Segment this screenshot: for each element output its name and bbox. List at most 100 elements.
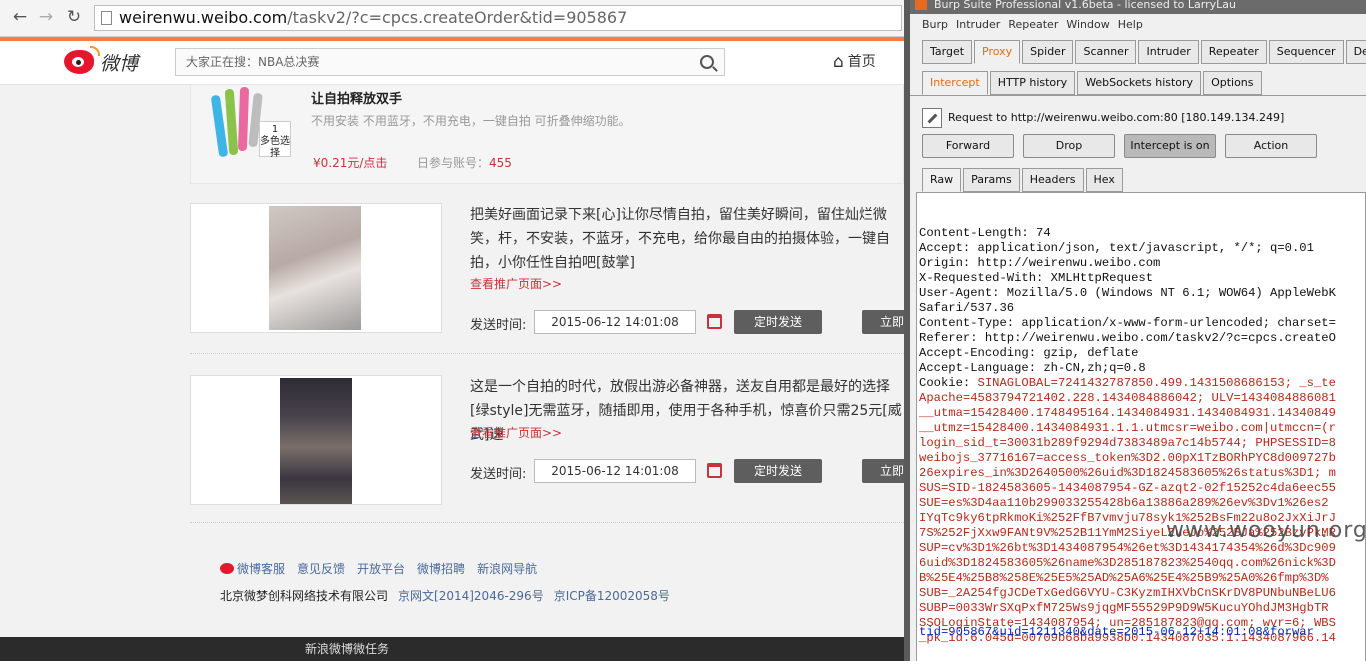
timed-send-button[interactable]: 定时发送 bbox=[734, 459, 822, 483]
request-line[interactable]: SUS=SID-1824583605-1434087954-GZ-azqt2-0… bbox=[919, 481, 1365, 496]
request-body[interactable]: tid=905867&uid=1211340&date=2015-06-12+1… bbox=[919, 625, 1314, 640]
screen: ← → ↻ weirenwu.weibo.com/taskv2/?c=cpcs.… bbox=[0, 0, 1366, 661]
action-button[interactable]: Action bbox=[1225, 134, 1317, 158]
request-line[interactable]: __utma=15428400.1748495164.1434084931.14… bbox=[919, 406, 1365, 421]
footer-company: 北京微梦创科网络技术有限公司 京网文[2014]2046-296号 京ICP备120… bbox=[220, 589, 670, 603]
request-line[interactable]: Accept: application/json, text/javascrip… bbox=[919, 241, 1365, 256]
request-line[interactable]: login_sid_t=30031b289f9294d7383489a7c14b… bbox=[919, 436, 1365, 451]
search-icon[interactable] bbox=[700, 55, 714, 69]
weibo-small-icon bbox=[220, 563, 234, 574]
timed-send-button[interactable]: 定时发送 bbox=[734, 310, 822, 334]
intercept-pane: Request to http://weirenwu.weibo.com:80 … bbox=[910, 95, 1366, 661]
pencil-icon[interactable] bbox=[922, 108, 942, 128]
request-line[interactable]: SUE=es%3D4aa110b299033255428b6a13886a289… bbox=[919, 496, 1365, 511]
request-lines: Content-Length: 74 Accept: application/js… bbox=[919, 226, 1365, 646]
request-line[interactable]: 6uid%3D1824583605%26name%3D285187823%254… bbox=[919, 556, 1365, 571]
tab-repeater[interactable]: Repeater bbox=[1200, 40, 1267, 64]
footer-link-feedback[interactable]: 意见反馈 bbox=[297, 562, 345, 576]
request-line[interactable]: Origin: http://weirenwu.weibo.com bbox=[919, 256, 1365, 271]
divider bbox=[190, 353, 904, 354]
reload-icon[interactable]: ↻ bbox=[64, 7, 84, 27]
menu-repeater[interactable]: Repeater bbox=[1008, 18, 1058, 31]
address-toolbar: ← → ↻ weirenwu.weibo.com/taskv2/?c=cpcs.… bbox=[0, 0, 904, 37]
send-time-input[interactable]: 2015-06-12 14:01:08 bbox=[534, 459, 696, 483]
task-accounts: 日参与账号：455 bbox=[417, 156, 512, 170]
menu-help[interactable]: Help bbox=[1118, 18, 1143, 31]
burp-title-bar: Burp Suite Professional v1.6beta - licen… bbox=[910, 0, 1366, 14]
tab-intercept[interactable]: Intercept bbox=[922, 71, 988, 95]
footer-license-1[interactable]: 京网文[2014]2046-296号 bbox=[398, 589, 544, 603]
weibo-header: 微博 大家正在搜：NBA总决赛 ⌂ 首页 bbox=[0, 41, 904, 85]
request-editor[interactable]: Content-Length: 74 Accept: application/js… bbox=[916, 192, 1366, 661]
tab-hex[interactable]: Hex bbox=[1085, 168, 1123, 192]
request-line[interactable]: Cookie: SINAGLOBAL=7241432787850.499.143… bbox=[919, 376, 1365, 391]
send-time-input[interactable]: 2015-06-12 14:01:08 bbox=[534, 310, 696, 334]
view-promo-link[interactable]: 查看推广页面>> bbox=[470, 424, 562, 441]
menu-intruder[interactable]: Intruder bbox=[956, 18, 1000, 31]
view-promo-link[interactable]: 查看推广页面>> bbox=[470, 275, 562, 292]
watermark: www.wooyun.org bbox=[1166, 518, 1366, 543]
calendar-icon[interactable] bbox=[707, 314, 722, 329]
product-thumbnail: 1 多色选择 bbox=[209, 85, 293, 167]
request-line[interactable]: Content-Type: application/x-www-form-url… bbox=[919, 316, 1365, 331]
request-line[interactable]: Content-Length: 74 bbox=[919, 226, 1365, 241]
request-line[interactable]: Referer: http://weirenwu.weibo.com/taskv… bbox=[919, 331, 1365, 346]
tab-raw[interactable]: Raw bbox=[922, 168, 962, 192]
tab-decoder[interactable]: Decoder bbox=[1345, 40, 1366, 64]
request-line[interactable]: SUP=cv%3D1%26bt%3D1434087954%26et%3D1434… bbox=[919, 541, 1365, 556]
menu-window[interactable]: Window bbox=[1066, 18, 1109, 31]
request-line[interactable]: B%25E4%25B8%258E%25E5%25AD%25A6%25E4%25B… bbox=[919, 571, 1365, 586]
task-summary: 1 多色选择 让自拍释放双手 不用安装 不用蓝牙，不用充电，一键自拍 可折叠伸缩功… bbox=[190, 85, 904, 184]
menu-burp[interactable]: Burp bbox=[922, 18, 948, 31]
tab-options[interactable]: Options bbox=[1203, 71, 1262, 95]
request-line[interactable]: User-Agent: Mozilla/5.0 (Windows NT 6.1;… bbox=[919, 286, 1365, 301]
tab-target[interactable]: Target bbox=[922, 40, 973, 64]
footer-link-jobs[interactable]: 微博招聘 bbox=[417, 562, 465, 576]
search-input[interactable]: 大家正在搜：NBA总决赛 bbox=[175, 48, 725, 76]
weibo-wave-icon bbox=[90, 46, 100, 56]
send-now-button[interactable]: 立即 bbox=[862, 459, 904, 483]
tab-proxy[interactable]: Proxy bbox=[974, 40, 1021, 64]
message-view-tabs: Raw Params Headers Hex bbox=[922, 168, 1125, 192]
bottom-bar-label[interactable]: 新浪微博微任务 bbox=[305, 637, 389, 661]
request-line[interactable]: Apache=4583794721402.228.1434084886042; … bbox=[919, 391, 1365, 406]
request-line[interactable]: SUB=_2A254fgJCDeTxGedG6VYU-C3KyzmIHXVbCn… bbox=[919, 586, 1365, 601]
tab-spider[interactable]: Spider bbox=[1022, 40, 1074, 64]
tab-intruder[interactable]: Intruder bbox=[1138, 40, 1199, 64]
intercept-toggle-button[interactable]: Intercept is on bbox=[1124, 134, 1216, 158]
request-line[interactable]: SUBP=0033WrSXqPxfM725Ws9jqgMF55529P9D9W5… bbox=[919, 601, 1365, 616]
request-line[interactable]: Safari/537.36 bbox=[919, 301, 1365, 316]
task-text: 把美好画面记录下来[心]让你尽情自拍，留住美好瞬间，留住灿烂微笑，杆，不安装，不… bbox=[470, 207, 890, 271]
request-line[interactable]: 26expires_in%3D2640500%26uid%3D182458360… bbox=[919, 466, 1365, 481]
footer-link-support[interactable]: 微博客服 bbox=[237, 562, 285, 576]
proxy-sub-tabs: Intercept HTTP history WebSockets history O… bbox=[922, 71, 1264, 95]
footer-link-sina-nav[interactable]: 新浪网导航 bbox=[477, 562, 537, 576]
task-image bbox=[190, 375, 442, 505]
product-tag: 1 多色选择 bbox=[259, 121, 291, 159]
request-line[interactable]: X-Requested-With: XMLHttpRequest bbox=[919, 271, 1365, 286]
footer-license-2[interactable]: 京ICP备12002058号 bbox=[554, 589, 670, 603]
tab-sequencer[interactable]: Sequencer bbox=[1268, 40, 1344, 64]
send-now-button[interactable]: 立即 bbox=[862, 310, 904, 334]
divider bbox=[190, 522, 904, 523]
tab-http-history[interactable]: HTTP history bbox=[989, 71, 1076, 95]
back-icon[interactable]: ← bbox=[10, 7, 30, 27]
footer: 微博客服 意见反馈 开放平台 微博招聘 新浪网导航 北京微梦创科网络技术有限公司 京网文[… bbox=[220, 560, 670, 603]
footer-link-open-platform[interactable]: 开放平台 bbox=[357, 562, 405, 576]
request-line[interactable]: Accept-Language: zh-CN,zh;q=0.8 bbox=[919, 361, 1365, 376]
tab-scanner[interactable]: Scanner bbox=[1075, 40, 1137, 64]
tab-params[interactable]: Params bbox=[963, 168, 1020, 192]
request-line[interactable]: weibojs_37716167=access_token%3D2.00pX1T… bbox=[919, 451, 1365, 466]
forward-button[interactable]: Forward bbox=[922, 134, 1014, 158]
request-line[interactable]: Accept-Encoding: gzip, deflate bbox=[919, 346, 1365, 361]
tab-websockets-history[interactable]: WebSockets history bbox=[1077, 71, 1202, 95]
tab-headers[interactable]: Headers bbox=[1021, 168, 1084, 192]
url-bar[interactable]: weirenwu.weibo.com/taskv2/?c=cpcs.create… bbox=[94, 5, 902, 31]
home-link[interactable]: ⌂ 首页 bbox=[833, 51, 876, 72]
bottom-bar: 新浪微博微任务 bbox=[0, 637, 904, 661]
calendar-icon[interactable] bbox=[707, 463, 722, 478]
drop-button[interactable]: Drop bbox=[1023, 134, 1115, 158]
forward-icon[interactable]: → bbox=[36, 7, 56, 27]
request-line[interactable]: __utmz=15428400.1434084931.1.1.utmcsr=we… bbox=[919, 421, 1365, 436]
task-card: 这是一个自拍的时代，放假出游必备神器，送友自用都是最好的选择[绿style]无需… bbox=[190, 375, 904, 545]
